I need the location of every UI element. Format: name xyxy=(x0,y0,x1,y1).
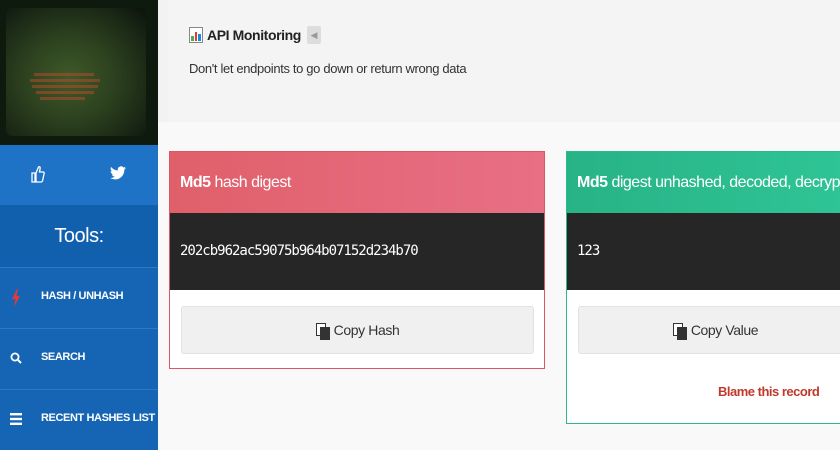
search-icon xyxy=(9,350,23,368)
unhashed-value-card: Md5 digest unhashed, decoded, decrypted,… xyxy=(566,151,840,424)
bar-chart-icon xyxy=(189,27,203,43)
hash-card-title: hash digest xyxy=(210,174,291,191)
tools-heading: Tools: xyxy=(0,205,158,267)
hash-card-title-bold: Md5 xyxy=(180,174,211,191)
sidebar-item-search[interactable]: SEARCH xyxy=(0,328,158,389)
sidebar-item-label: SEARCH xyxy=(41,351,86,363)
unhash-card-title-bold: Md5 xyxy=(577,174,608,191)
sidebar: Tools: HASH / UNHASH SEARCH RECENT HASHE… xyxy=(0,0,158,450)
copy-value-label: Copy Value xyxy=(690,322,759,338)
copy-icon xyxy=(672,322,687,340)
list-icon xyxy=(9,411,23,429)
sidebar-thumbnail-image xyxy=(0,0,158,145)
thumbs-up-icon-graphic xyxy=(31,166,45,183)
copy-value-button[interactable]: Copy Value xyxy=(578,306,840,354)
hash-digest-card: Md5 hash digest 202cb962ac59075b964b0715… xyxy=(169,151,545,369)
copy-hash-label: Copy Hash xyxy=(333,322,400,338)
unhashed-value: 123 xyxy=(567,213,840,290)
twitter-icon[interactable] xyxy=(108,165,128,185)
twitter-icon-graphic xyxy=(110,166,126,180)
copy-hash-button[interactable]: Copy Hash xyxy=(181,306,534,354)
unhash-card-title: digest unhashed, decoded, decrypted, rev… xyxy=(611,174,840,191)
sidebar-item-label: HASH / UNHASH xyxy=(41,290,124,302)
social-bar xyxy=(0,145,158,205)
ad-badge-icon[interactable]: ◀ xyxy=(306,26,321,44)
lightning-icon xyxy=(9,289,23,307)
copy-icon xyxy=(315,322,330,340)
sidebar-item-hash-unhash[interactable]: HASH / UNHASH xyxy=(0,267,158,328)
blame-record-link[interactable]: Blame this record xyxy=(718,384,820,399)
hash-card-header: Md5 hash digest xyxy=(170,152,544,213)
sidebar-item-recent-hashes[interactable]: RECENT HASHES LIST xyxy=(0,389,158,450)
unhash-card-header: Md5 digest unhashed, decoded, decrypted,… xyxy=(567,152,840,213)
api-monitoring-banner[interactable]: API Monitoring ◀ Don't let endpoints to … xyxy=(168,0,840,122)
hash-value: 202cb962ac59075b964b07152d234b70 xyxy=(170,213,544,290)
sidebar-item-label: RECENT HASHES LIST xyxy=(41,412,155,424)
banner-subtitle: Don't let endpoints to go down or return… xyxy=(189,61,467,76)
thumbs-up-icon[interactable] xyxy=(28,165,48,185)
banner-title[interactable]: API Monitoring xyxy=(207,27,301,43)
